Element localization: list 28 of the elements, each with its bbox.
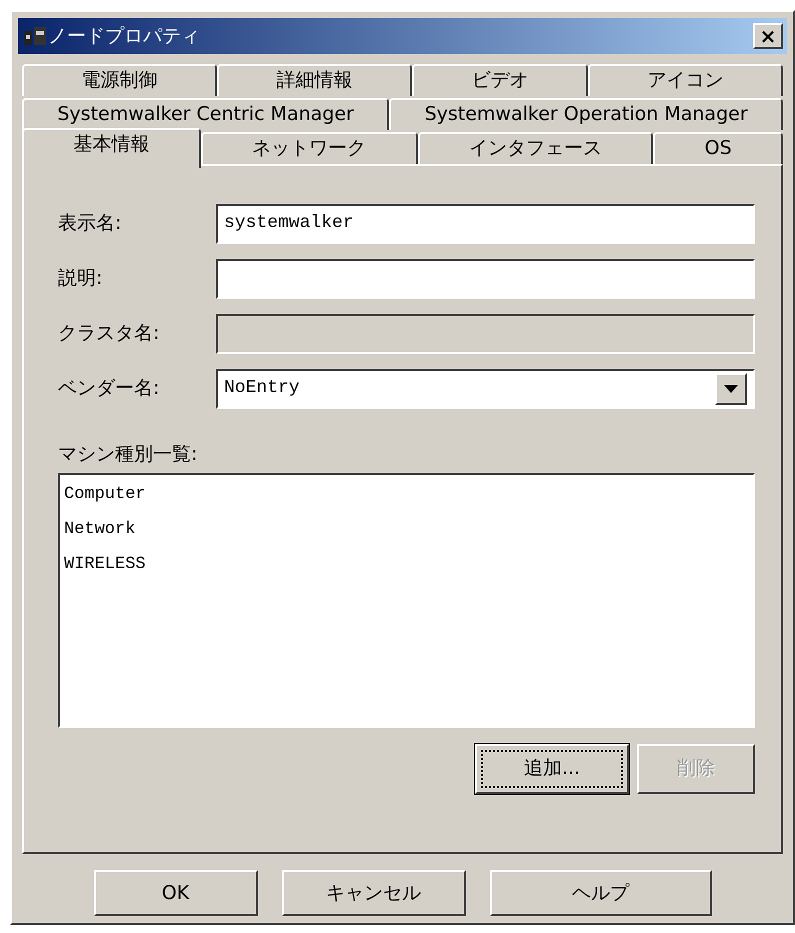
close-button[interactable]: ×	[753, 23, 783, 49]
tab[interactable]: OS	[653, 132, 784, 164]
list-item[interactable]: Network	[64, 512, 749, 546]
tab[interactable]: ビデオ	[412, 64, 588, 96]
dropdown-field[interactable]: NoEntry	[216, 368, 755, 408]
field-label: マシン種別一覧:	[58, 442, 198, 467]
tab[interactable]: 詳細情報	[217, 64, 412, 96]
input-field[interactable]: systemwalker	[216, 204, 755, 244]
tab[interactable]: 電源制御	[22, 64, 217, 96]
list-box[interactable]: Computer Network WIRELESS	[58, 472, 755, 728]
input-field[interactable]	[216, 258, 755, 298]
field-label: 表示名:	[58, 211, 122, 236]
list-item[interactable]: WIRELESS	[64, 546, 749, 582]
tab[interactable]: Systemwalker Operation Manager	[389, 98, 783, 130]
window-title: ノードプロパティ	[48, 24, 200, 49]
tab[interactable]: 基本情報	[22, 128, 201, 168]
field-label: ベンダー名:	[58, 376, 160, 402]
list-item[interactable]: Computer	[64, 476, 749, 512]
tab[interactable]: ネットワーク	[200, 132, 418, 164]
tab[interactable]: インタフェース	[418, 132, 654, 164]
button[interactable]: OK	[94, 870, 258, 916]
button[interactable]: ヘルプ	[490, 870, 712, 916]
tab[interactable]: アイコン	[588, 64, 783, 96]
field-label: 説明:	[58, 266, 104, 292]
field-label: クラスタ名:	[58, 321, 160, 346]
tab[interactable]: Systemwalker Centric Manager	[22, 98, 390, 130]
button[interactable]: キャンセル	[282, 870, 466, 916]
button[interactable]: 追加...	[475, 744, 629, 794]
